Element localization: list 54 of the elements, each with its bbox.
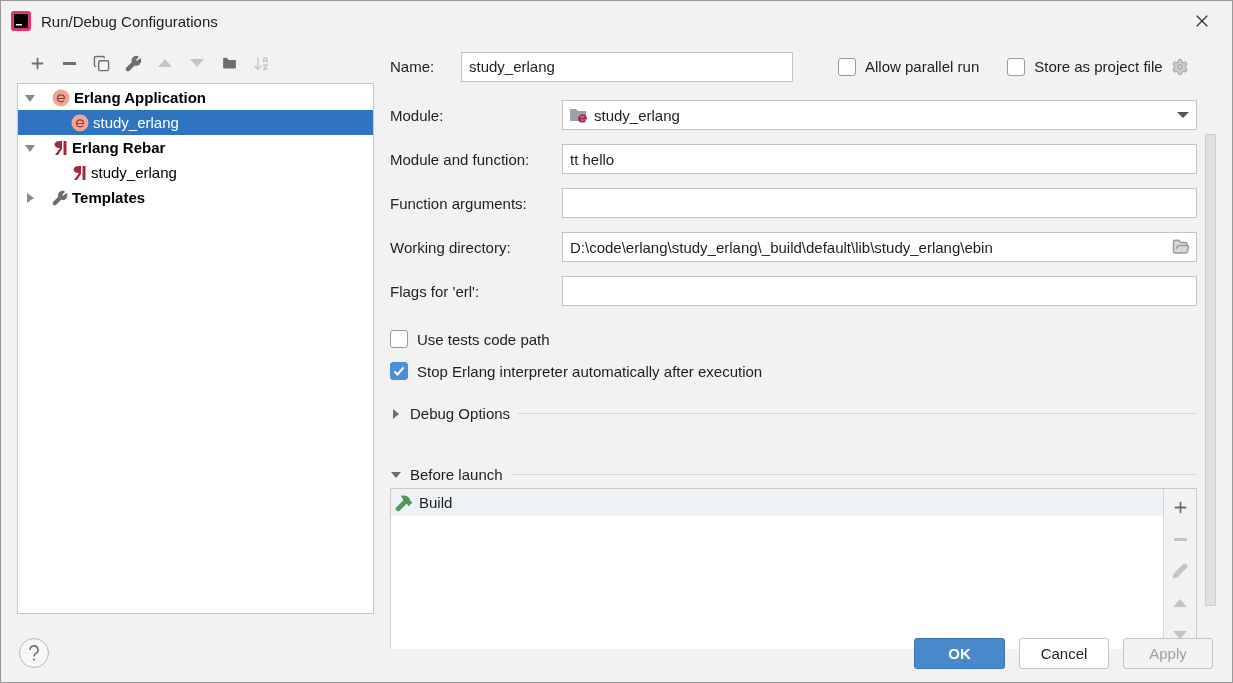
field-label: Name: [390, 58, 436, 75]
scrollbar[interactable] [1205, 134, 1216, 606]
name-field[interactable]: study_erlang [461, 51, 793, 82]
tree-item[interactable]: Templates [18, 185, 373, 210]
checkmark-icon [392, 364, 406, 378]
wrench-icon [124, 54, 142, 72]
down-triangle-icon [1173, 630, 1187, 640]
checkbox[interactable]: Allow parallel run [838, 57, 980, 76]
field-label: Flags for 'erl': [390, 282, 481, 300]
up-triangle-icon [158, 58, 172, 68]
folder-plus-icon [220, 54, 238, 72]
input-field[interactable] [562, 188, 1197, 218]
expand-arrow-icon[interactable] [24, 191, 36, 204]
dialog-button[interactable]: Cancel [1019, 637, 1109, 669]
module-folder-icon [570, 107, 588, 123]
rebar-icon [52, 138, 68, 157]
app-logo-icon [11, 11, 31, 31]
checkbox[interactable]: Stop Erlang interpreter automatically after execution [390, 362, 1197, 380]
settings-icon[interactable] [1170, 57, 1189, 76]
section-toggle[interactable]: Debug Options [390, 405, 511, 422]
input-field[interactable]: tt hello [562, 144, 1197, 174]
up-triangle-icon [1173, 598, 1187, 608]
erlang-e-icon [71, 113, 89, 132]
tree-item[interactable]: Erlang Application [18, 85, 373, 110]
tree-item[interactable]: Erlang Rebar [18, 135, 373, 160]
tree-item[interactable]: study_erlang [18, 110, 373, 135]
copy-icon [92, 54, 110, 72]
erlang-e-icon [52, 88, 70, 107]
field-label: Module and function: [390, 150, 531, 168]
directory-field[interactable]: D:\code\erlang\study_erlang\_build\default\lib\study_erlang\ebin [562, 232, 1197, 262]
input-field[interactable] [562, 276, 1197, 306]
question-mark-icon [27, 644, 41, 662]
wrench-icon [52, 189, 68, 206]
dropdown-arrow-icon [1177, 111, 1189, 119]
minus-icon [62, 61, 76, 65]
hammer-icon [395, 493, 413, 512]
window-title: Run/Debug Configurations [41, 12, 219, 30]
field-label: Working directory: [390, 238, 512, 256]
field-label: Function arguments: [390, 194, 528, 212]
tree-item[interactable]: study_erlang [18, 160, 373, 185]
section-toggle[interactable]: Before launch [390, 466, 503, 483]
field-label: Module: [390, 106, 445, 124]
sort-icon [252, 54, 270, 72]
module-dropdown[interactable]: study_erlang [562, 100, 1197, 130]
folder-icon[interactable] [1172, 238, 1190, 256]
pencil-icon [1172, 563, 1188, 579]
task-item[interactable]: Build [391, 489, 1163, 516]
checkbox[interactable]: Store as project file [1007, 57, 1163, 76]
checkbox[interactable]: Use tests code path [390, 330, 1197, 348]
minus-icon [1173, 537, 1187, 541]
help-button[interactable] [19, 638, 49, 668]
down-triangle-icon [190, 58, 204, 68]
rebar-icon [71, 163, 87, 182]
dialog-button[interactable]: OK [914, 637, 1005, 669]
